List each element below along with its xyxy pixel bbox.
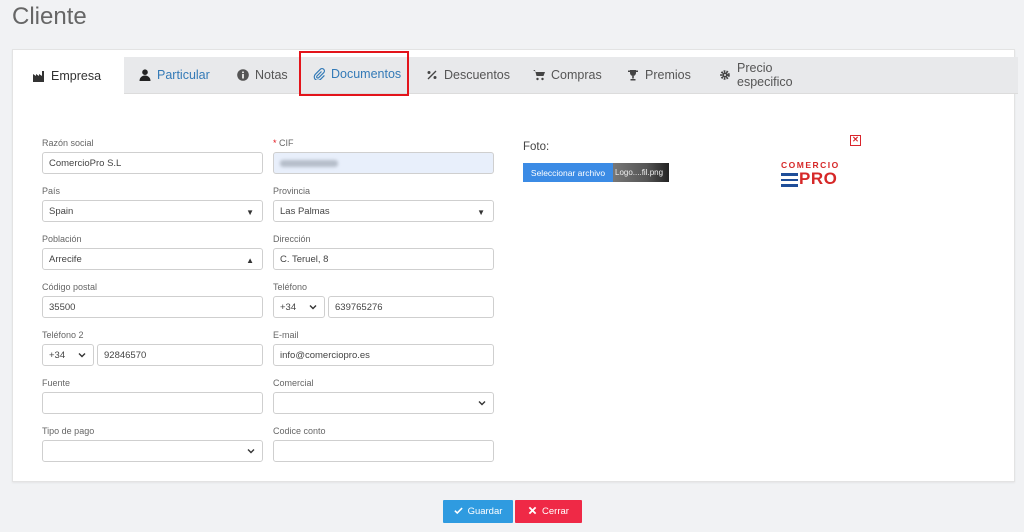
tab-label: Documentos [331,66,402,81]
chevron-down-icon [246,446,256,456]
comercial-select[interactable] [273,392,494,414]
client-form-card: Empresa Particular Notas Documentos Desc… [12,49,1018,482]
telefono2-input[interactable]: 92846570 [97,344,263,366]
poblacion-select[interactable]: Arrecife ▲ [42,248,263,270]
tab-label: Premios [645,68,691,82]
fuente-input[interactable] [42,392,263,414]
provincia-select[interactable]: Las Palmas ▼ [273,200,494,222]
telefono-input[interactable]: 639765276 [328,296,494,318]
save-button-label: Guardar [467,506,503,517]
fuente-label: Fuente [42,378,71,388]
telefono2-prefix-select[interactable]: +34 [42,344,94,366]
check-icon [453,506,463,518]
tab-descuentos[interactable]: Descuentos [416,57,512,93]
caret-down-icon: ▼ [246,208,254,217]
direccion-label: Dirección [273,234,311,244]
provincia-label: Provincia [273,186,311,196]
tab-compras[interactable]: Compras [523,57,607,93]
factory-icon [33,70,45,82]
info-icon [237,69,249,81]
selected-file-name: Logo....fil.png [613,163,669,182]
select-file-button[interactable]: Seleccionar archivo [523,163,613,182]
telefono2-label: Teléfono 2 [42,330,84,340]
tab-documentos[interactable]: Documentos [299,51,409,96]
chevron-down-icon [77,350,87,360]
razon-social-input[interactable]: ComercioPro S.L [42,152,263,174]
codigo-postal-value: 35500 [49,301,76,313]
tab-notas[interactable]: Notas [227,57,297,93]
codigo-postal-label: Código postal [42,282,98,292]
provincia-value: Las Palmas [280,205,330,217]
telefono-prefix-select[interactable]: +34 [273,296,325,318]
trophy-icon [627,69,639,81]
company-logo: COMERCIO PRO [779,160,845,190]
required-mark: * [273,138,277,148]
tab-premios[interactable]: Premios [617,57,697,93]
tab-label: Notas [255,68,288,82]
email-input[interactable]: info@comerciopro.es [273,344,494,366]
tipo-pago-label: Tipo de pago [42,426,95,436]
page-title: Cliente [12,3,87,30]
close-button[interactable]: Cerrar [515,500,582,523]
remove-photo-icon[interactable]: ✕ [850,135,861,146]
paperclip-icon [313,67,325,80]
comercial-label: Comercial [273,378,314,388]
tab-label: Compras [551,68,602,82]
logo-lines [781,173,798,190]
save-button[interactable]: Guardar [443,500,513,523]
tab-label: Empresa [51,68,102,83]
email-value: info@comerciopro.es [280,349,370,361]
foto-label: Foto: [523,141,550,153]
chevron-down-icon [308,302,318,312]
telefono-label: Teléfono [273,282,308,292]
tab-bar: Empresa Particular Notas Documentos Desc… [25,51,1018,96]
caret-down-icon: ▼ [477,208,485,217]
telefono-prefix-value: +34 [280,301,297,313]
tab-precio-especifico[interactable]: Precio especifico [709,57,833,93]
codigo-postal-input[interactable]: 35500 [42,296,263,318]
razon-social-value: ComercioPro S.L [49,157,122,169]
pais-select[interactable]: Spain ▼ [42,200,263,222]
tab-label: Precio especifico [737,61,793,89]
direccion-input[interactable]: C. Teruel, 8 [273,248,494,270]
cif-input[interactable] [273,152,494,174]
direccion-value: C. Teruel, 8 [280,253,329,265]
codice-conto-label: Codice conto [273,426,326,436]
close-button-label: Cerrar [542,506,569,517]
cif-redacted-value [280,159,338,167]
pais-label: País [42,186,61,196]
pais-value: Spain [49,205,74,217]
close-icon [528,506,537,518]
tab-particular[interactable]: Particular [129,57,219,93]
razon-social-label: Razón social [42,138,94,148]
tab-label: Descuentos [444,68,511,82]
cif-label-text: CIF [279,138,294,148]
poblacion-value: Arrecife [49,253,82,265]
telefono2-prefix-value: +34 [49,349,66,361]
chevron-down-icon [477,398,487,408]
tab-label: Particular [157,68,210,82]
telefono-value: 639765276 [335,301,383,313]
poblacion-label: Población [42,234,82,244]
codice-conto-input[interactable] [273,440,494,462]
user-icon [139,69,151,81]
telefono2-value: 92846570 [104,349,147,361]
tipo-pago-select[interactable] [42,440,263,462]
percent-icon [426,69,438,81]
caret-up-icon: ▲ [246,256,254,265]
gear-icon [719,69,731,81]
email-label: E-mail [273,330,299,340]
cif-label: * CIF [273,138,294,148]
cart-icon [533,69,545,81]
logo-bottom-text: PRO [799,169,838,188]
tab-empresa[interactable]: Empresa [25,57,124,94]
